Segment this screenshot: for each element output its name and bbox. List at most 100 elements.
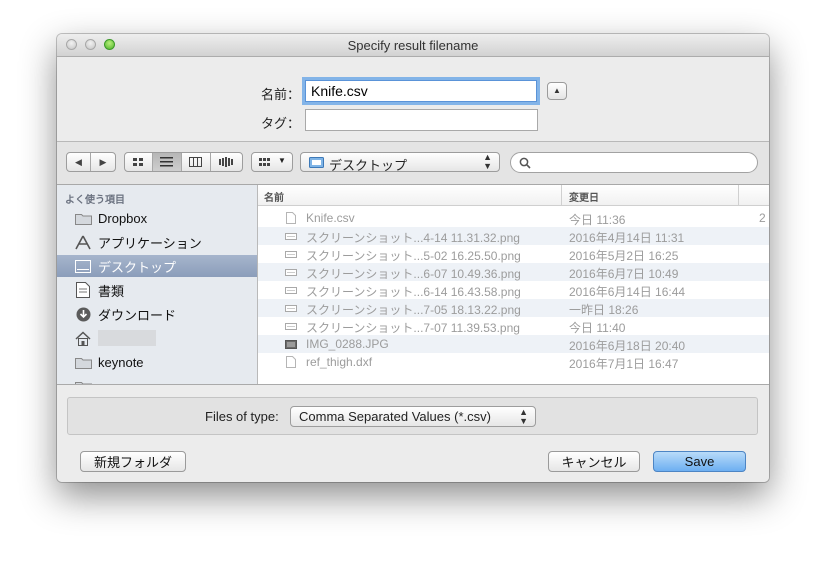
sidebar-item-documents[interactable]: 書類 — [57, 279, 257, 301]
file-date: 2016年6月18日 20:40 — [569, 339, 686, 353]
file-name: スクリーンショット...6-07 10.49.36.png — [306, 267, 521, 281]
list-view-button[interactable] — [152, 153, 183, 171]
image-icon — [285, 251, 297, 258]
home-icon — [74, 330, 92, 346]
image-icon — [285, 233, 297, 240]
file-name: スクリーンショット...4-14 11.31.32.png — [306, 231, 520, 245]
file-name: スクリーンショット...6-14 16.43.58.png — [306, 285, 521, 299]
chevron-down-icon: ▼ — [278, 156, 286, 165]
location-popup[interactable]: デスクトップ ▲ ▼ — [300, 152, 500, 173]
browser-toolbar: ◀ ▶ ▼ デスクトップ ▲ ▼ — [57, 142, 769, 185]
list-view-icon — [160, 157, 174, 167]
sidebar-item-downloads[interactable]: ダウンロード — [57, 303, 257, 325]
documents-icon — [74, 282, 92, 298]
downloads-icon — [74, 306, 92, 322]
sidebar-item-label: keynote — [98, 354, 144, 370]
file-name: スクリーンショット...7-07 11.39.53.png — [306, 321, 520, 335]
folder-icon — [74, 210, 92, 226]
file-type-select[interactable]: Comma Separated Values (*.csv) ▲ ▼ — [290, 406, 536, 427]
desktop-icon — [74, 258, 92, 274]
file-date: 今日 11:40 — [569, 321, 626, 335]
file-name: スクリーンショット...5-02 16.25.50.png — [306, 249, 521, 263]
arrange-menu-button[interactable]: ▼ — [251, 152, 293, 172]
image-icon — [285, 287, 297, 294]
document-icon — [286, 356, 296, 368]
table-row[interactable]: スクリーンショット...6-07 10.49.36.png 2016年6月7日 … — [258, 263, 769, 281]
column-divider[interactable] — [561, 185, 562, 205]
search-field[interactable] — [510, 152, 758, 173]
file-date: 2016年6月7日 10:49 — [569, 267, 679, 281]
filename-input[interactable]: Knife.csv — [305, 80, 537, 102]
sidebar-heading: よく使う項目 — [65, 195, 125, 206]
table-row[interactable]: IMG_0288.JPG 2016年6月18日 20:40 — [258, 335, 769, 353]
sidebar-item-dropbox[interactable]: Dropbox — [57, 207, 257, 229]
triangle-up-icon: ▲ — [553, 86, 561, 95]
file-date: 2016年6月14日 16:44 — [569, 285, 686, 299]
file-date: 今日 11:36 — [569, 213, 626, 227]
coverflow-view-icon — [219, 157, 234, 167]
column-divider[interactable] — [738, 185, 739, 205]
tags-input[interactable] — [305, 109, 538, 131]
table-row[interactable]: スクリーンショット...6-14 16.43.58.png 2016年6月14日… — [258, 281, 769, 299]
redacted-username — [98, 330, 156, 346]
view-mode-control — [124, 152, 243, 172]
document-icon — [286, 212, 296, 224]
sidebar-item-label: Dropbox — [98, 210, 148, 226]
save-button[interactable]: Save — [653, 451, 746, 472]
file-date: 一昨日 18:26 — [569, 303, 639, 317]
cancel-button[interactable]: キャンセル — [548, 451, 640, 472]
icon-view-icon — [132, 157, 143, 166]
back-button[interactable]: ◀ — [67, 153, 92, 171]
folder-icon — [74, 354, 92, 370]
file-name: Knife.csv — [306, 211, 355, 225]
expand-dialog-button[interactable]: ▲ — [547, 82, 567, 100]
column-header-date[interactable]: 変更日 — [569, 189, 599, 204]
name-label: 名前： — [260, 87, 300, 102]
sidebar-item-keynote[interactable]: keynote — [57, 351, 257, 373]
file-list-header: 名前 変更日 — [258, 185, 769, 206]
column-header-name[interactable]: 名前 — [264, 189, 284, 204]
updown-arrows-icon: ▲ ▼ — [483, 152, 492, 171]
file-type-value: Comma Separated Values (*.csv) — [299, 409, 491, 424]
table-row[interactable]: Knife.csv 今日 11:36 2 — [258, 209, 769, 227]
file-name: ref_thigh.dxf — [306, 355, 373, 369]
applications-icon — [74, 234, 92, 250]
file-date: 2016年5月2日 16:25 — [569, 249, 679, 263]
table-row[interactable]: スクリーンショット...7-05 18.13.22.png 一昨日 18:26 — [258, 299, 769, 317]
sidebar-item-label: 書類 — [98, 283, 125, 299]
image-icon — [285, 305, 297, 312]
column-view-button[interactable] — [182, 153, 211, 171]
image-icon — [285, 323, 297, 330]
file-name: IMG_0288.JPG — [306, 337, 389, 351]
table-row[interactable]: スクリーンショット...7-07 11.39.53.png 今日 11:40 — [258, 317, 769, 335]
table-row[interactable]: スクリーンショット...5-02 16.25.50.png 2016年5月2日 … — [258, 245, 769, 263]
location-label: デスクトップ — [329, 158, 408, 173]
file-size: 2 — [759, 211, 766, 225]
arrange-icon — [259, 158, 270, 166]
photo-icon — [285, 340, 297, 349]
file-name: スクリーンショット...7-05 18.13.22.png — [306, 303, 521, 317]
sidebar-item-label: ダウンロード — [98, 307, 177, 323]
sidebar-item-applications[interactable]: アプリケーション — [57, 231, 257, 253]
sidebar-item-label: アプリケーション — [98, 235, 202, 251]
file-type-panel: Files of type: Comma Separated Values (*… — [67, 397, 758, 435]
updown-arrows-icon: ▲ ▼ — [519, 407, 528, 426]
table-row[interactable]: スクリーンショット...4-14 11.31.32.png 2016年4月14日… — [258, 227, 769, 245]
icon-view-button[interactable] — [125, 153, 153, 171]
sidebar: よく使う項目 Dropbox アプリケーション デスクトップ 書類 ダウンロード… — [57, 185, 258, 384]
coverflow-view-button[interactable] — [211, 153, 242, 171]
sidebar-item-desktop[interactable]: デスクトップ — [57, 255, 257, 277]
forward-button[interactable]: ▶ — [91, 153, 115, 171]
tags-label: タグ： — [260, 116, 300, 131]
search-icon — [519, 157, 531, 169]
title-bar[interactable]: Specify result filename — [57, 34, 769, 57]
new-folder-button[interactable]: 新規フォルダ — [80, 451, 186, 472]
dialog-footer: Files of type: Comma Separated Values (*… — [57, 384, 769, 482]
sidebar-item-home[interactable] — [57, 327, 257, 349]
table-row[interactable]: ref_thigh.dxf 2016年7月1日 16:47 — [258, 353, 769, 371]
image-icon — [285, 269, 297, 276]
sidebar-item-partial[interactable] — [57, 375, 257, 384]
files-of-type-label: Files of type: — [205, 409, 279, 424]
desktop-folder-icon — [309, 157, 324, 168]
file-date: 2016年7月1日 16:47 — [569, 357, 679, 371]
